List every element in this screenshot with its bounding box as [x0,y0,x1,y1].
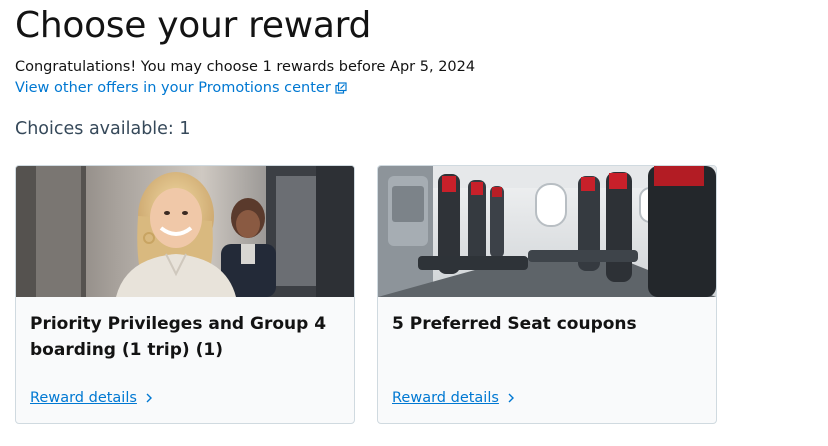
chevron-right-icon [146,393,152,403]
reward-title-seat-coupons: 5 Preferred Seat coupons [392,314,637,334]
reward-details-label: Reward details [30,390,137,406]
reward-image-priority [16,166,354,297]
reward-image-seat-coupons [378,166,716,297]
promotions-center-link-label: View other offers in your Promotions cen… [15,80,331,96]
external-link-icon [335,82,347,94]
reward-details-link-priority[interactable]: Reward details [30,388,153,408]
choices-available: Choices available: 1 [15,119,191,139]
reward-deadline-text: Congratulations! You may choose 1 reward… [15,59,476,75]
page-title: Choose your reward [15,5,372,46]
reward-details-link-seat-coupons[interactable]: Reward details [392,388,515,408]
chevron-right-icon [508,393,514,403]
reward-details-label: Reward details [392,390,499,406]
reward-card-priority[interactable]: Priority Privileges and Group 4 boarding… [15,165,355,424]
reward-title-priority: Priority Privileges and Group 4 boarding… [30,314,327,360]
promotions-center-link[interactable]: View other offers in your Promotions cen… [15,78,347,98]
reward-card-seat-coupons[interactable]: 5 Preferred Seat coupons Reward details [377,165,717,424]
